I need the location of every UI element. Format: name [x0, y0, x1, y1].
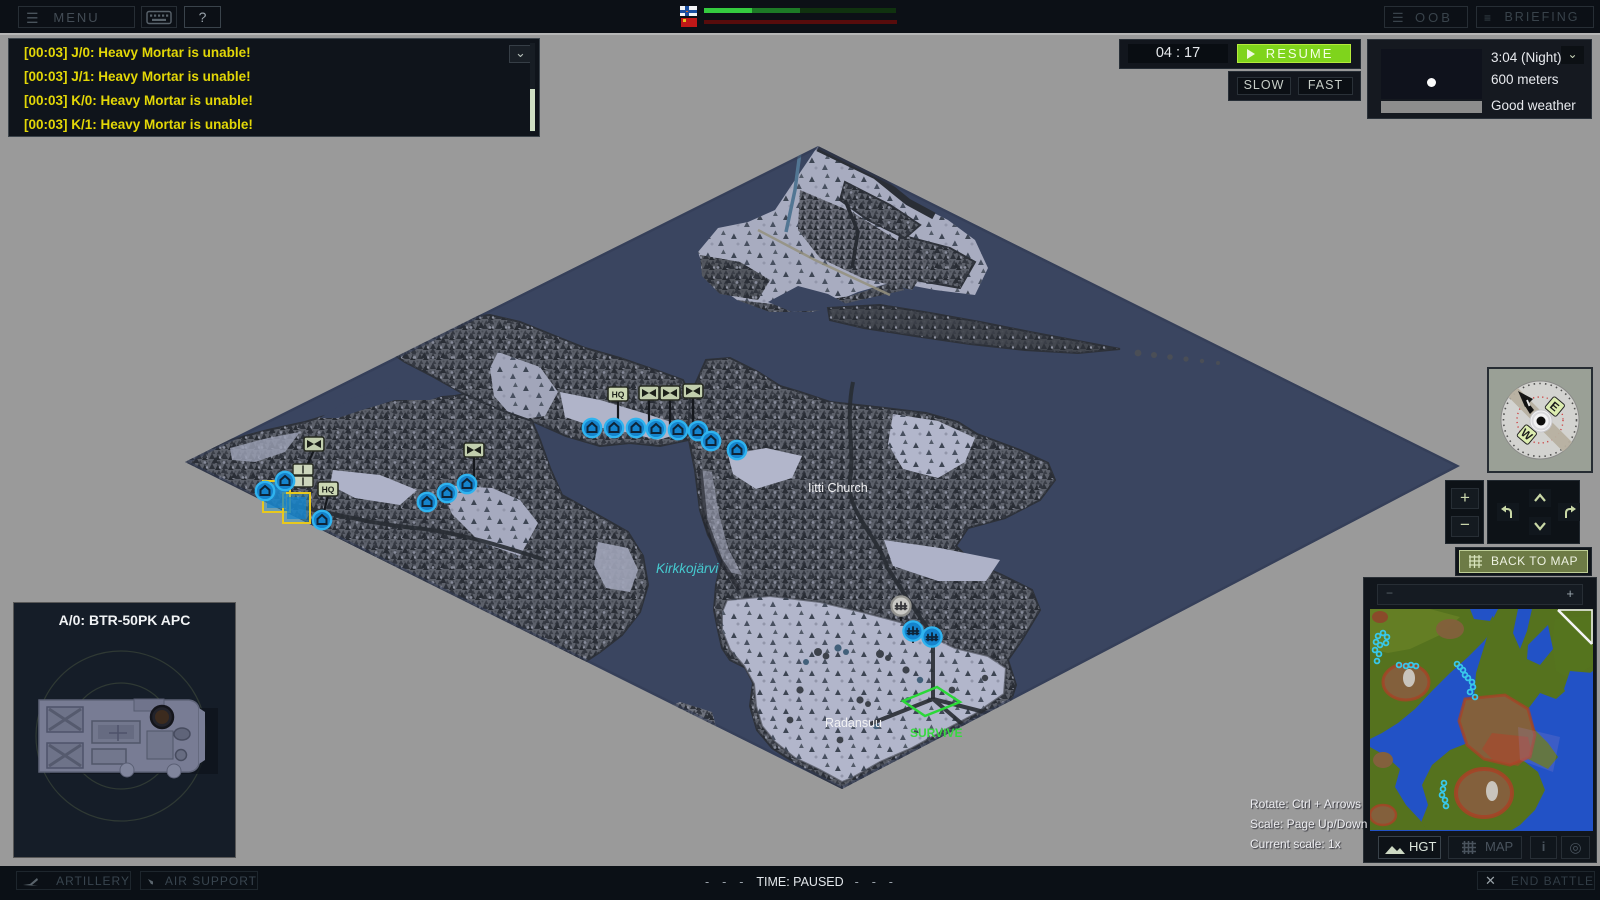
svg-text:Iitti Church: Iitti Church [808, 481, 868, 495]
svg-text:Kirkkojärvi: Kirkkojärvi [656, 561, 719, 576]
svg-text:Radansuu: Radansuu [825, 716, 882, 730]
svg-text:SURVIVE: SURVIVE [910, 726, 962, 740]
